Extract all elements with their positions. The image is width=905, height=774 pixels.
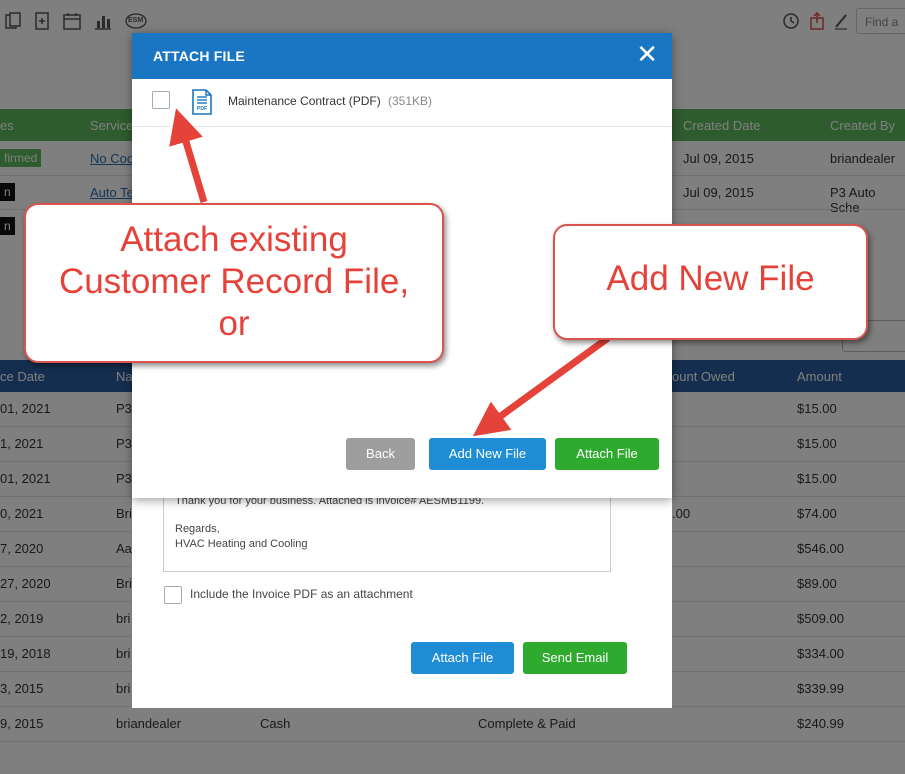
arrow-to-file-checkbox	[169, 108, 208, 204]
arrow-to-add-new-file	[472, 335, 611, 437]
callout-line: or	[218, 304, 250, 343]
callout-attach-existing: Attach existing Customer Record File, or	[24, 203, 444, 363]
callout-line: Attach existing	[120, 220, 348, 259]
callout-add-new-file: Add New File	[553, 224, 868, 340]
annotation-arrows	[169, 108, 611, 437]
callout-line: Add New File	[606, 259, 815, 298]
callout-line: Customer Record File,	[58, 262, 410, 301]
